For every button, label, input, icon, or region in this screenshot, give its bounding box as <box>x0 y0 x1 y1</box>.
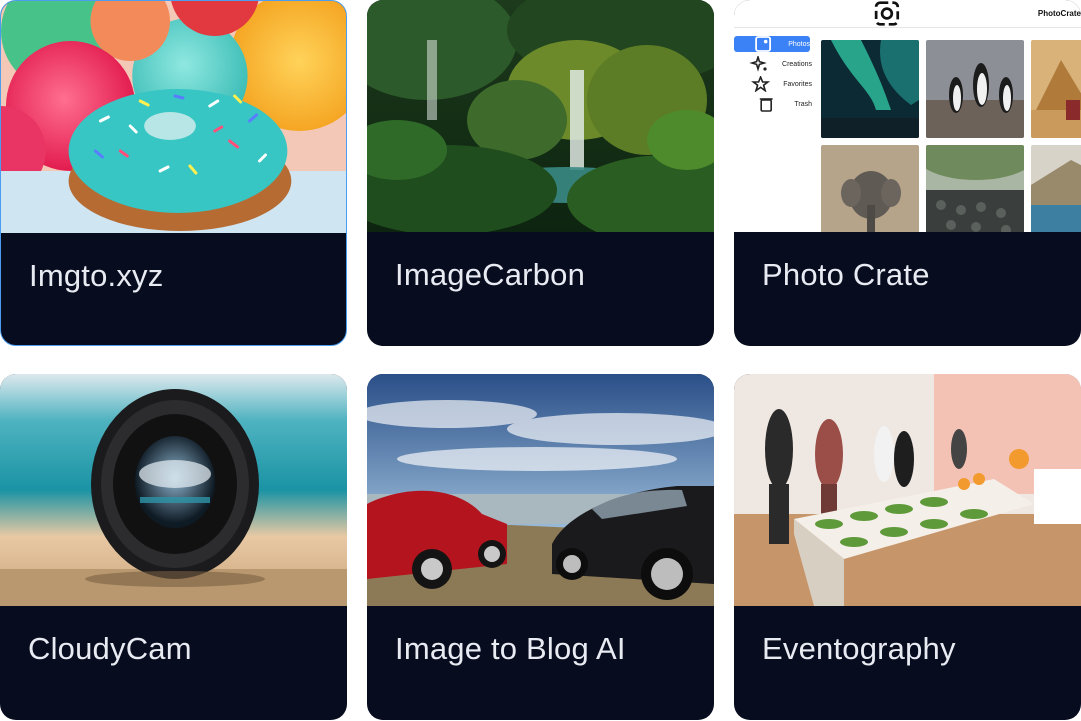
photo-aurora[interactable] <box>821 40 919 138</box>
photo-penguins[interactable] <box>926 40 1024 138</box>
photocrate-app-name: PhotoCrate <box>1037 9 1081 18</box>
nav-label: Photos <box>788 40 810 48</box>
card-title: ImageCarbon <box>395 257 586 292</box>
image-icon <box>755 36 772 52</box>
photocrate-screenshot: PhotoCrate Photos Creations Favorites Tr… <box>734 0 1081 232</box>
photo-elephant[interactable] <box>821 145 919 232</box>
sparkle-icon <box>749 56 767 72</box>
card-imgto[interactable]: Imgto.xyz <box>0 0 347 346</box>
nav-trash[interactable]: Trash <box>734 96 812 112</box>
card-title: Eventography <box>762 631 956 666</box>
photo-coast[interactable] <box>1031 145 1081 232</box>
nav-favorites[interactable]: Favorites <box>734 76 812 92</box>
donut-image <box>1 1 346 233</box>
star-icon <box>751 76 771 92</box>
trash-icon <box>759 98 773 112</box>
photocrate-sidebar: Photos Creations Favorites Trash <box>734 36 812 116</box>
card-title: Imgto.xyz <box>29 258 164 293</box>
card-image-to-blog-ai[interactable]: Image to Blog AI <box>367 374 714 720</box>
card-title: CloudyCam <box>28 631 192 666</box>
sports-cars-image <box>367 374 714 606</box>
card-photocrate[interactable]: PhotoCrate Photos Creations Favorites Tr… <box>734 0 1081 346</box>
photo-desert[interactable] <box>1031 40 1081 138</box>
event-image <box>734 374 1081 606</box>
card-eventography[interactable]: Eventography <box>734 374 1081 720</box>
camera-icon <box>874 1 900 26</box>
photocrate-header: PhotoCrate <box>734 0 1081 28</box>
card-title: Image to Blog AI <box>395 631 626 666</box>
nav-label: Trash <box>794 100 812 108</box>
lens-image <box>0 374 347 606</box>
card-cloudycam[interactable]: CloudyCam <box>0 374 347 720</box>
nav-label: Creations <box>782 60 812 68</box>
nav-label: Favorites <box>783 80 812 88</box>
card-title: Photo Crate <box>762 257 930 292</box>
card-imagecarbon[interactable]: ImageCarbon <box>367 0 714 346</box>
jungle-image <box>367 0 714 232</box>
nav-creations[interactable]: Creations <box>734 56 812 72</box>
photo-basalt[interactable] <box>926 145 1024 232</box>
nav-photos[interactable]: Photos <box>734 36 810 52</box>
